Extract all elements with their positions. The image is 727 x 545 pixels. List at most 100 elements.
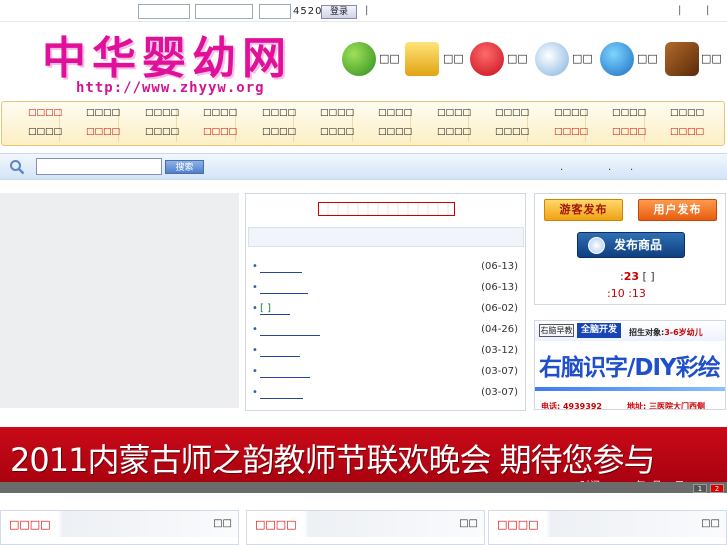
news-item[interactable]: • (03-12) [252, 345, 520, 359]
site-logo[interactable]: 中华婴幼网 http://www.zhyyw.org [40, 22, 305, 102]
ad-target-prefix: 招生对象: [629, 328, 665, 337]
nav-item[interactable]: □□□□ [20, 127, 70, 139]
stat-count: 23 [623, 270, 640, 283]
user-publish-button[interactable]: 用户发布 [638, 199, 717, 221]
news-item[interactable]: • (03-07) [252, 387, 520, 401]
search-input[interactable] [36, 158, 162, 175]
nav-item[interactable]: □□□□ [429, 108, 479, 120]
captcha-input[interactable] [259, 4, 291, 19]
stats-line: :23 [ ] [620, 270, 655, 283]
folder-photo-icon[interactable] [405, 42, 439, 76]
news-link[interactable]: [ ] [260, 303, 290, 315]
category-box: □□□□ □□ [488, 510, 727, 545]
nav-item[interactable]: □□□□ [78, 127, 128, 139]
nav-item[interactable]: □□□□ [195, 108, 245, 120]
nav-item[interactable]: □□□□ [662, 127, 712, 139]
nav-item[interactable]: □□□□ [20, 108, 70, 120]
news-item[interactable]: • [ ] (06-02) [252, 303, 520, 317]
nav-item[interactable]: □□□□ [604, 108, 654, 120]
stats-line-2: :10 :13 [607, 287, 646, 300]
news-item[interactable]: • (06-13) [252, 282, 520, 296]
news-link[interactable] [260, 366, 310, 378]
bullet: • [252, 324, 258, 335]
captcha-code: 4520 [293, 6, 323, 17]
banner-page-button[interactable]: 2 [710, 484, 724, 493]
news-panel-title[interactable] [318, 202, 455, 216]
bullet: • [252, 345, 258, 356]
nav-item[interactable]: □□□□ [662, 108, 712, 120]
nav-item[interactable]: □□□□ [487, 127, 537, 139]
nav-item[interactable]: □□□□ [254, 127, 304, 139]
search-button[interactable]: 搜索 [165, 160, 204, 174]
search-bar: 搜索 . . . [0, 153, 727, 180]
chat-bubbles-icon[interactable] [535, 42, 569, 76]
news-link[interactable] [260, 345, 300, 357]
nav-item[interactable]: □□□□ [546, 108, 596, 120]
banner-headline: 2011内蒙古师之韵教师节联欢晚会 期待您参与 [10, 441, 656, 479]
nav-item[interactable]: □□□□ [78, 108, 128, 120]
header-icon-label[interactable]: □□ [379, 52, 400, 65]
nav-item[interactable]: □□□□ [546, 127, 596, 139]
login-button[interactable]: 登录 [321, 5, 357, 19]
guitar-icon[interactable] [665, 42, 699, 76]
username-input[interactable] [138, 4, 190, 19]
globe-chat-icon[interactable] [342, 42, 376, 76]
news-panel: • (06-13) • (06-13) • [ ] (06-02) • (04-… [245, 193, 526, 411]
logo-url: http://www.zhyyw.org [76, 80, 265, 96]
news-item[interactable]: • (04-26) [252, 324, 520, 338]
header-icon-label[interactable]: □□ [701, 52, 722, 65]
top-login-bar: 4520 登录 | | | [0, 0, 727, 22]
school-ad[interactable]: 右脑早教 全脑开发 招生对象:3-6岁幼儿 右脑识字/DIY彩绘 电话: 493… [534, 320, 726, 410]
news-link[interactable] [260, 324, 320, 336]
publish-goods-label: 发布商品 [614, 238, 663, 252]
more-link[interactable]: □□ [213, 518, 232, 529]
nav-item[interactable]: □□□□ [137, 108, 187, 120]
ad-badge: 全脑开发 [577, 323, 621, 338]
headset-support-icon[interactable] [600, 42, 634, 76]
guest-publish-button[interactable]: 游客发布 [544, 199, 623, 221]
category-title[interactable]: □□□□ [255, 518, 297, 531]
heart-gift-icon[interactable] [470, 42, 504, 76]
bullet: • [252, 366, 258, 377]
play-icon [588, 237, 605, 254]
nav-item[interactable]: □□□□ [254, 108, 304, 120]
news-link[interactable] [260, 261, 302, 273]
slideshow-area[interactable] [0, 193, 239, 408]
nav-item[interactable]: □□□□ [195, 127, 245, 139]
password-input[interactable] [195, 4, 253, 19]
search-hint-dot: . [608, 162, 612, 173]
nav-item[interactable]: □□□□ [312, 127, 362, 139]
header-icon-label[interactable]: □□ [507, 52, 528, 65]
category-box: □□□□ □□ [246, 510, 485, 545]
category-title[interactable]: □□□□ [9, 518, 51, 531]
header-icon-label[interactable]: □□ [572, 52, 593, 65]
ad-target: 招生对象:3-6岁幼儿 [629, 327, 703, 338]
more-link[interactable]: □□ [459, 518, 478, 529]
header-icon-label[interactable]: □□ [443, 52, 464, 65]
news-item[interactable]: • (06-13) [252, 261, 520, 275]
category-title[interactable]: □□□□ [497, 518, 539, 531]
news-subheader [248, 227, 524, 247]
bullet: • [252, 303, 258, 314]
news-item[interactable]: • (03-07) [252, 366, 520, 380]
news-link[interactable] [260, 282, 308, 294]
separator: | [365, 5, 369, 16]
more-link[interactable]: □□ [701, 518, 720, 529]
news-link[interactable] [260, 387, 303, 399]
publish-goods-button[interactable]: 发布商品 [577, 232, 685, 258]
nav-item[interactable]: □□□□ [429, 127, 479, 139]
news-date: (03-07) [481, 387, 518, 398]
nav-item[interactable]: □□□□ [312, 108, 362, 120]
nav-item[interactable]: □□□□ [370, 127, 420, 139]
news-date: (04-26) [481, 324, 518, 335]
nav-item[interactable]: □□□□ [370, 108, 420, 120]
nav-item[interactable]: □□□□ [137, 127, 187, 139]
header-icon-label[interactable]: □□ [637, 52, 658, 65]
search-hint-dot: . [560, 162, 564, 173]
ad-headline: 右脑识字/DIY彩绘 [539, 355, 721, 381]
banner-pager-strip [0, 482, 727, 493]
banner-page-button[interactable]: 1 [693, 484, 707, 493]
nav-item[interactable]: □□□□ [604, 127, 654, 139]
category-box: □□□□ □□ [0, 510, 239, 545]
nav-item[interactable]: □□□□ [487, 108, 537, 120]
